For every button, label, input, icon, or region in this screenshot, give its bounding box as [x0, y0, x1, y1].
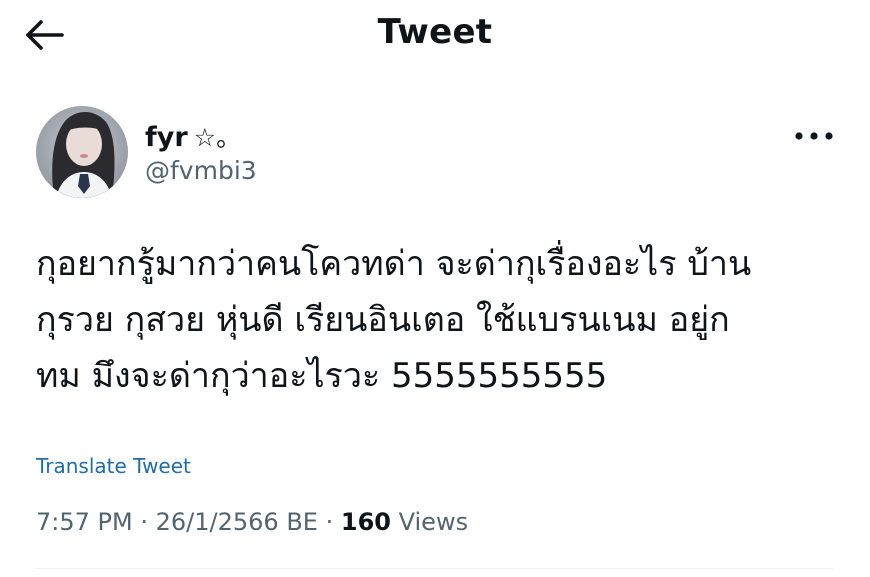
meta-separator: ·	[140, 508, 148, 536]
more-options-button[interactable]	[790, 118, 838, 154]
author-name[interactable]: fyr ☆。	[145, 118, 241, 154]
meta-separator: ·	[325, 508, 334, 536]
page-title: Tweet	[377, 12, 493, 52]
name-decoration: ☆。	[193, 123, 242, 152]
divider	[36, 568, 834, 569]
user-handle[interactable]: @fvmbi3	[145, 156, 257, 185]
tweet-line: ทม มึงจะด่ากุว่าอะไรวะ 5555555555	[36, 356, 608, 396]
tweet-line: กุอยากรู้มากว่าคนโควทด่า จะด่ากุเรื่องอะ…	[36, 244, 752, 284]
profile-photo	[36, 106, 128, 198]
display-name: fyr	[145, 122, 188, 153]
translate-tweet-link[interactable]: Translate Tweet	[36, 454, 191, 478]
more-horizontal-icon	[795, 132, 833, 140]
tweet-line: กุรวย กุสวย หุ่นดี เรียนอินเตอ ใช้แบรนเน…	[36, 300, 730, 340]
views-count[interactable]: 160	[341, 508, 391, 536]
tweet-body: กุอยากรู้มากว่าคนโควทด่า จะด่ากุเรื่องอะ…	[36, 236, 836, 404]
top-bar: Tweet	[0, 0, 870, 70]
tweet-metadata: 7:57 PM · 26/1/2566 BE · 160 Views	[36, 508, 468, 536]
avatar[interactable]	[36, 106, 128, 198]
views-label: Views	[398, 508, 469, 536]
tweet-date: 26/1/2566 BE	[155, 508, 318, 536]
tweet-time: 7:57 PM	[36, 508, 133, 536]
